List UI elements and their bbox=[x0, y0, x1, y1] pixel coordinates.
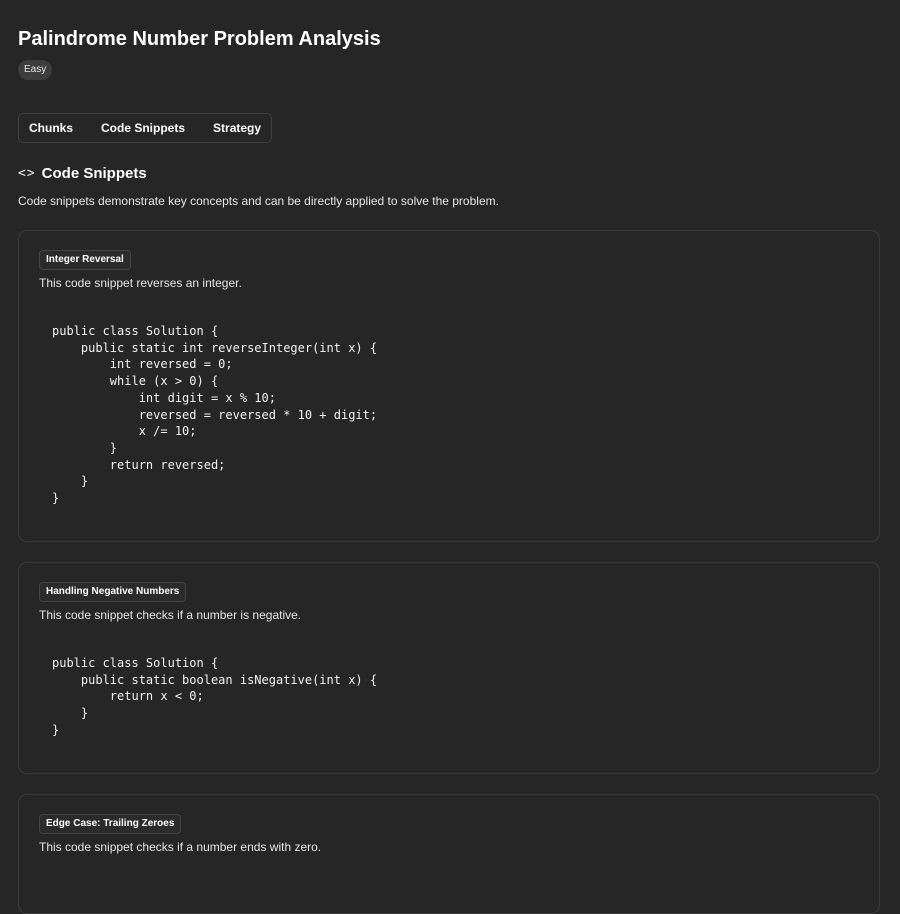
tab-bar: Chunks Code Snippets Strategy bbox=[18, 113, 273, 143]
snippet-tag: Integer Reversal bbox=[39, 250, 131, 270]
tab-code-snippets[interactable]: Code Snippets bbox=[101, 121, 185, 135]
code-block: public class Solution { public static in… bbox=[52, 324, 378, 506]
snippet-tag: Handling Negative Numbers bbox=[39, 582, 187, 602]
tab-strategy[interactable]: Strategy bbox=[213, 121, 261, 135]
snippet-card-handling-negative-numbers: Handling Negative Numbers This code snip… bbox=[18, 562, 880, 774]
snippet-card-integer-reversal: Integer Reversal This code snippet rever… bbox=[18, 230, 880, 542]
section-header: <> Code Snippets bbox=[18, 165, 147, 182]
snippet-card-edge-case-trailing-zeroes: Edge Case: Trailing Zeroes This code sni… bbox=[18, 794, 880, 914]
section-title: Code Snippets bbox=[41, 165, 147, 182]
snippet-description: This code snippet checks if a number is … bbox=[39, 608, 302, 622]
snippet-description: This code snippet reverses an integer. bbox=[39, 276, 242, 290]
difficulty-badge: Easy bbox=[18, 60, 53, 80]
snippet-tag: Edge Case: Trailing Zeroes bbox=[39, 814, 182, 834]
code-icon: <> bbox=[18, 166, 36, 181]
page-title: Palindrome Number Problem Analysis bbox=[18, 28, 381, 50]
section-description: Code snippets demonstrate key concepts a… bbox=[18, 194, 499, 208]
tab-chunks[interactable]: Chunks bbox=[29, 121, 73, 135]
code-block: public class Solution { public static bo… bbox=[52, 656, 378, 737]
